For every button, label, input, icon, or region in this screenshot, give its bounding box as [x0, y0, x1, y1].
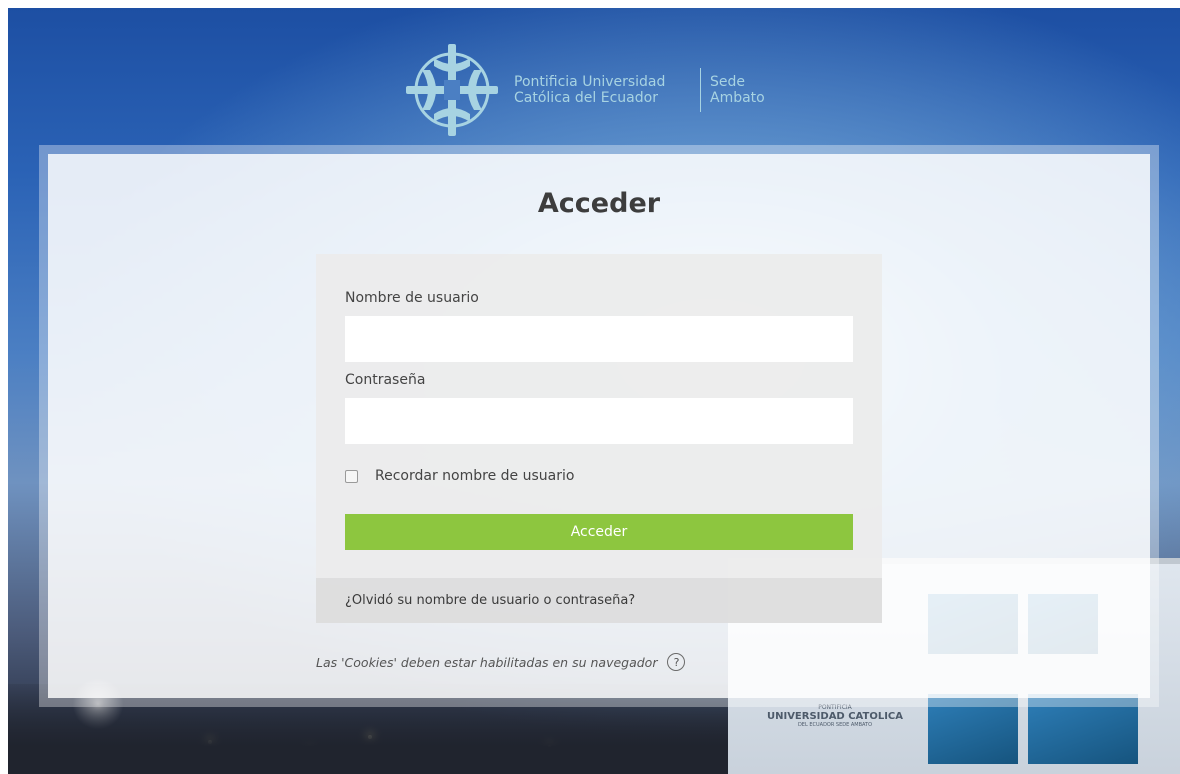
site-header: Pontificia Universidad Católica del Ecua… — [404, 40, 804, 140]
remember-username-checkbox[interactable] — [345, 469, 358, 483]
university-name-line1: Pontificia Universidad — [514, 74, 666, 90]
forgot-credentials-link[interactable]: ¿Olvidó su nombre de usuario o contraseñ… — [345, 593, 635, 608]
building-sign-line: PONTIFICIA — [818, 704, 852, 711]
remember-username-label[interactable]: Recordar nombre de usuario — [375, 468, 574, 484]
forgot-credentials-bar: ¿Olvidó su nombre de usuario o contraseñ… — [316, 578, 882, 623]
username-input[interactable] — [345, 316, 853, 362]
password-label: Contraseña — [345, 372, 426, 388]
page-title: Acceder — [537, 188, 661, 219]
campus-name-line2: Ambato — [710, 90, 765, 106]
brand-divider — [700, 68, 701, 112]
puce-cross-logo-icon — [406, 44, 498, 136]
university-name: Pontificia Universidad Católica del Ecua… — [514, 74, 665, 106]
building-sign: PONTIFICIA UNIVERSIDAD CATOLICA DEL ECUA… — [760, 704, 910, 744]
cookies-notice-text: Las 'Cookies' deben estar habilitadas en… — [316, 654, 658, 670]
login-card: Acceder Nombre de usuario Contraseña Rec… — [48, 154, 1150, 698]
building-sign-line: DEL ECUADOR SEDE AMBATO — [797, 722, 873, 728]
login-form: Nombre de usuario Contraseña Recordar no… — [316, 254, 882, 578]
password-input[interactable] — [345, 398, 853, 444]
cookies-notice: Las 'Cookies' deben estar habilitadas en… — [316, 653, 686, 671]
username-label: Nombre de usuario — [345, 290, 479, 306]
campus-name-line1: Sede — [710, 74, 745, 90]
university-name-line2: Católica del Ecuador — [514, 90, 658, 106]
building-window — [1028, 694, 1138, 764]
remember-username[interactable]: Recordar nombre de usuario — [345, 468, 574, 484]
building-window — [928, 694, 1018, 764]
question-circle-icon[interactable]: ? — [667, 653, 686, 671]
login-button[interactable]: Acceder — [345, 514, 853, 550]
building-sign-line: UNIVERSIDAD CATOLICA — [766, 711, 904, 722]
campus-name: Sede Ambato — [710, 74, 765, 106]
